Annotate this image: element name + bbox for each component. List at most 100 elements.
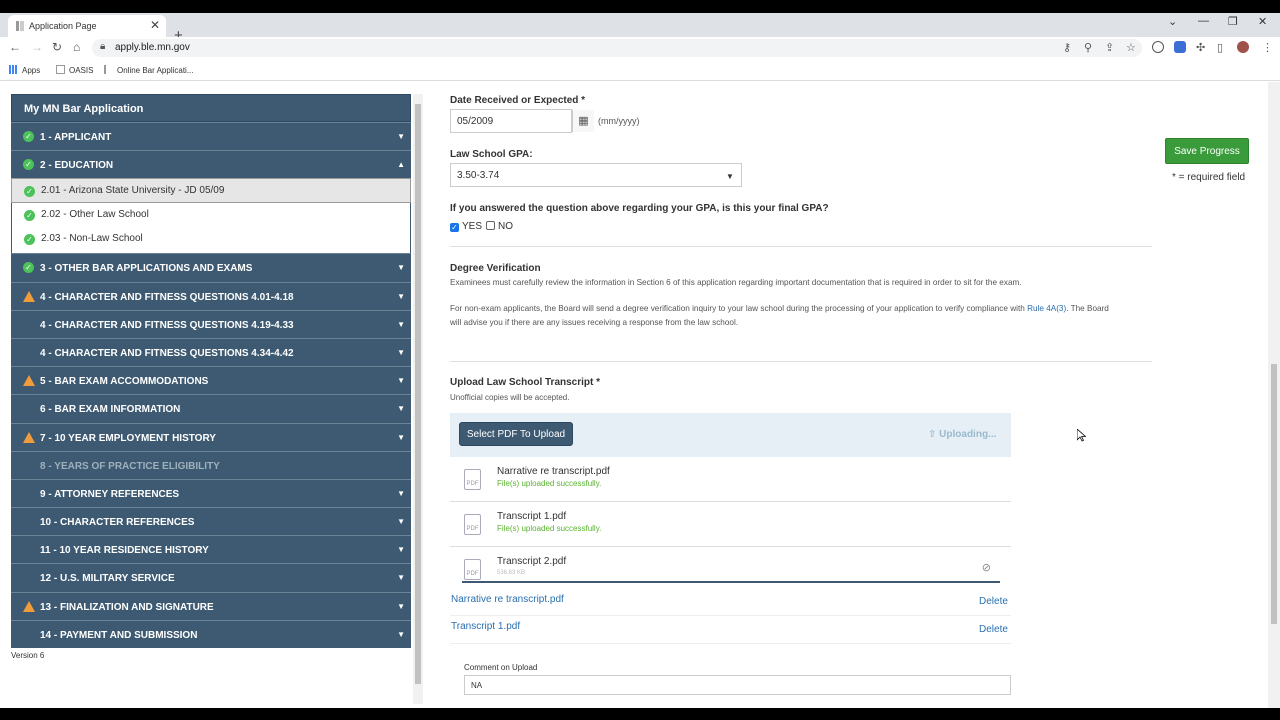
sidebar-item-character-references[interactable]: 10 - CHARACTER REFERENCES ▼ [11, 507, 411, 536]
save-progress-button[interactable]: Save Progress [1165, 138, 1249, 164]
menu-kebab-icon[interactable]: ⋮ [1262, 41, 1273, 54]
tab-search-icon[interactable]: ⌄ [1168, 15, 1177, 28]
forward-icon[interactable]: → [31, 40, 43, 54]
page-scrollbar[interactable] [1268, 82, 1280, 708]
file-name: Transcript 1.pdf [497, 511, 567, 522]
sidebar-item-military-service[interactable]: 12 - U.S. MILITARY SERVICE ▼ [11, 563, 411, 592]
sidebar-item-label: 1 - APPLICANT [40, 132, 112, 143]
sidebar-item-employment-history[interactable]: 7 - 10 YEAR EMPLOYMENT HISTORY ▼ [11, 422, 411, 451]
profile-avatar[interactable] [1237, 41, 1249, 53]
file-name: Narrative re transcript.pdf [497, 466, 610, 477]
bookmark-apps[interactable]: Apps [9, 65, 40, 75]
address-bar[interactable]: 🔒︎ apply.ble.mn.gov [92, 39, 1142, 57]
screen-bottom-bar [0, 708, 1280, 720]
sidebar-item-finalization[interactable]: 13 - FINALIZATION AND SIGNATURE ▼ [11, 591, 411, 620]
sidebar-item-education[interactable]: ✓ 2 - EDUCATION ▲ [11, 150, 411, 179]
chevron-up-icon: ▲ [397, 160, 405, 170]
warning-icon [23, 375, 35, 387]
gpa-select[interactable]: 3.50-3.74 [450, 163, 742, 187]
lock-icon: 🔒︎ [100, 41, 106, 52]
wordpress-extension-icon[interactable] [1152, 41, 1164, 53]
select-pdf-button[interactable]: Select PDF To Upload [459, 422, 573, 446]
oasis-favicon-icon [56, 65, 65, 74]
restore-icon[interactable]: ❐ [1228, 15, 1238, 28]
sidebar-item-payment[interactable]: 14 - PAYMENT AND SUBMISSION ▼ [11, 619, 411, 648]
upload-success-text: File(s) uploaded successfully. [497, 524, 602, 533]
key-icon[interactable]: ⚷ [1063, 41, 1071, 54]
calendar-icon[interactable]: ▦ [572, 110, 594, 132]
sidebar-item-bar-exam-accommodations[interactable]: 5 - BAR EXAM ACCOMMODATIONS ▼ [11, 366, 411, 395]
bookmark-online-bar-application[interactable]: Online Bar Applicati... [104, 65, 193, 75]
tab-close-icon[interactable]: ✕ [150, 18, 160, 32]
rule-4a3-link[interactable]: Rule 4A(3) [1027, 304, 1066, 313]
complete-check-icon: ✓ [23, 159, 34, 171]
delete-file-button[interactable]: Delete [979, 596, 1008, 607]
zoom-icon[interactable]: ⚲ [1084, 41, 1092, 54]
browser-tab[interactable]: Application Page ✕ [8, 15, 166, 37]
share-icon[interactable]: ⇪ [1105, 41, 1114, 54]
final-gpa-no-checkbox[interactable]: NO [486, 221, 513, 232]
sidebar-item-character-fitness-4-19[interactable]: 4 - CHARACTER AND FITNESS QUESTIONS 4.19… [11, 309, 411, 338]
sidebar-item-label: 2 - EDUCATION [40, 160, 114, 172]
upload-icon: ⇧ [928, 429, 940, 440]
home-icon[interactable]: ⌂ [73, 40, 80, 54]
date-received-input[interactable]: 05/2009 [450, 109, 572, 133]
sidebar-item-character-fitness-4-01[interactable]: 4 - CHARACTER AND FITNESS QUESTIONS 4.01… [11, 281, 411, 310]
final-gpa-question: If you answered the question above regar… [450, 203, 829, 214]
sidebar-item-residence-history[interactable]: 11 - 10 YEAR RESIDENCE HISTORY ▼ [11, 535, 411, 564]
d-extension-icon[interactable] [1174, 41, 1186, 53]
sidebar-item-other-bar-applications[interactable]: ✓ 3 - OTHER BAR APPLICATIONS AND EXAMS ▼ [11, 253, 411, 282]
checkbox-checked-icon: ✓ [450, 223, 459, 232]
sidebar-subitem-other-law-school[interactable]: ✓ 2.02 - Other Law School [11, 202, 411, 228]
dropdown-caret-icon: ▼ [726, 172, 734, 181]
reload-icon[interactable]: ↻ [52, 40, 62, 54]
uploaded-file-row: PDF Narrative re transcript.pdf File(s) … [450, 457, 1011, 502]
tab-title: Application Page [29, 21, 97, 31]
delete-file-button[interactable]: Delete [979, 624, 1008, 635]
extensions-puzzle-icon[interactable]: ✣ [1196, 41, 1205, 54]
degree-text-part: . The Board [1066, 304, 1109, 313]
back-icon[interactable]: ← [9, 40, 21, 54]
chevron-down-icon: ▼ [397, 132, 405, 141]
upload-progress-bar [462, 581, 1000, 583]
uploaded-file-link[interactable]: Narrative re transcript.pdf [451, 594, 564, 605]
sidebar-item-attorney-references[interactable]: 9 - ATTORNEY REFERENCES ▼ [11, 478, 411, 508]
sidebar-item-label: 5 - BAR EXAM ACCOMMODATIONS [40, 376, 209, 388]
gpa-label: Law School GPA: [450, 149, 533, 160]
scrollbar-thumb[interactable] [1271, 364, 1277, 624]
url-text: apply.ble.mn.gov [115, 42, 190, 53]
chevron-down-icon: ▼ [397, 376, 405, 386]
chevron-down-icon: ▼ [397, 488, 405, 498]
uploading-label: Uploading... [939, 429, 997, 440]
gpa-selected-value: 3.50-3.74 [457, 170, 500, 181]
divider [450, 246, 1152, 247]
comment-input[interactable]: NA [464, 675, 1011, 695]
sidebar-item-character-fitness-4-34[interactable]: 4 - CHARACTER AND FITNESS QUESTIONS 4.34… [11, 337, 411, 367]
divider [450, 643, 1011, 644]
bookmark-oasis[interactable]: OASIS [56, 65, 93, 75]
sidebar-item-label: 13 - FINALIZATION AND SIGNATURE [40, 601, 214, 613]
side-panel-icon[interactable]: ▯ [1217, 41, 1223, 54]
degree-text-part: For non-exam applicants, the Board will … [450, 304, 1028, 313]
sidebar-subitem-arizona-state[interactable]: ✓ 2.01 - Arizona State University - JD 0… [11, 178, 411, 203]
sidebar-item-bar-exam-information[interactable]: 6 - BAR EXAM INFORMATION ▼ [11, 394, 411, 423]
cancel-upload-icon[interactable]: ⊘ [982, 561, 991, 574]
chevron-down-icon: ▼ [397, 601, 405, 611]
bookmark-star-icon[interactable]: ☆ [1126, 41, 1136, 54]
final-gpa-yes-checkbox[interactable]: ✓ YES [450, 221, 482, 232]
sidebar-item-applicant[interactable]: ✓ 1 - APPLICANT ▼ [11, 122, 411, 151]
sidebar-scrollbar[interactable] [413, 94, 423, 704]
scrollbar-thumb[interactable] [415, 104, 421, 684]
sidebar-subitem-non-law-school[interactable]: ✓ 2.03 - Non-Law School [11, 227, 411, 254]
window-close-icon[interactable]: ✕ [1258, 15, 1267, 28]
divider [450, 361, 1152, 362]
file-name: Transcript 2.pdf [497, 556, 567, 567]
comment-label: Comment on Upload [464, 663, 538, 672]
uploaded-file-link[interactable]: Transcript 1.pdf [451, 621, 520, 632]
sidebar-subitem-label: 2.02 - Other Law School [41, 208, 149, 220]
version-label: Version 6 [11, 651, 45, 660]
minimize-icon[interactable]: — [1198, 15, 1209, 27]
chevron-down-icon: ▼ [397, 404, 405, 414]
sidebar-item-years-of-practice: 8 - YEARS OF PRACTICE ELIGIBILITY [11, 450, 411, 479]
yes-label: YES [462, 221, 483, 232]
